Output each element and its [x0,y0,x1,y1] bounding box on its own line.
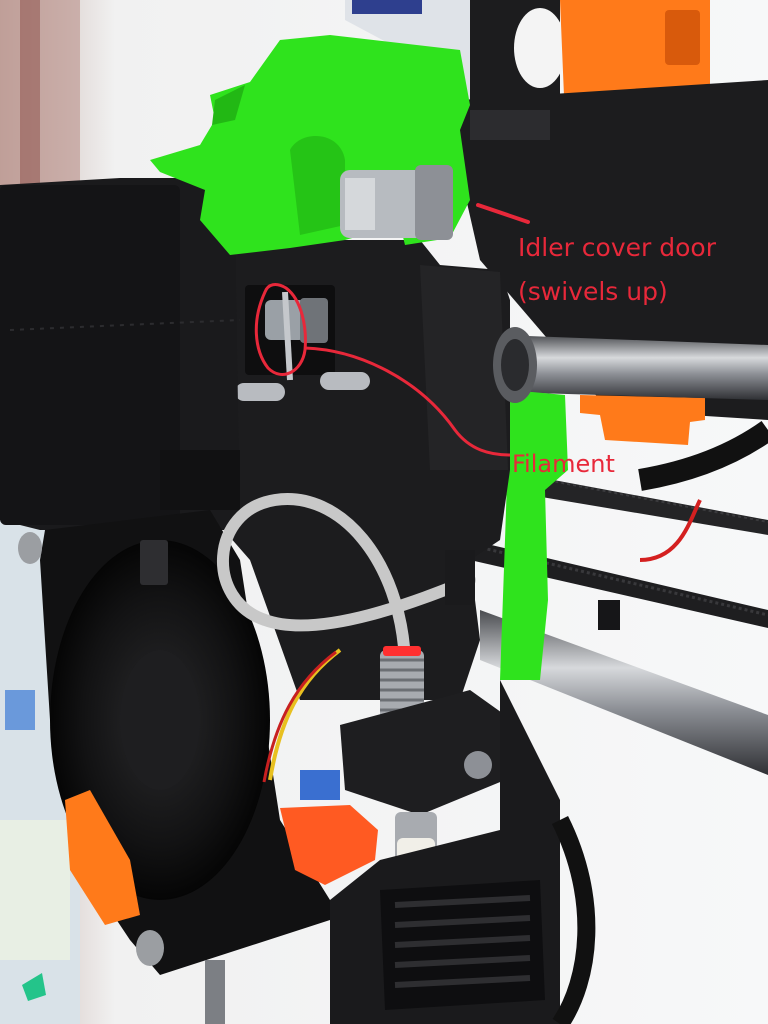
zip-tie [598,600,620,630]
plate-edge [470,110,550,140]
shaft-highlight [345,178,375,230]
blue-top-strip [352,0,422,14]
idler-label-line1: Idler cover door [518,233,716,262]
orange-block-slot [665,10,700,65]
upper-smooth-rod [500,335,768,400]
fan-screw-slot [140,540,168,585]
screw-left [235,383,285,401]
fan-screw [18,532,42,564]
threaded-rod [205,960,225,1024]
blue-heater-part [300,770,340,800]
annotated-photo: Idler cover door (swivels up) Filament [0,0,768,1024]
paper-blur [0,820,70,960]
motor-body [0,185,180,525]
fan-bottom-screw [136,930,164,966]
idler-label-line2: (swivels up) [518,277,668,306]
photo-illustration [0,0,768,1024]
idler-gear [415,165,453,240]
tube-clip [445,550,475,605]
filament-label: Filament [512,450,615,478]
motor-bottom [160,450,240,510]
pinda-screw [464,751,492,779]
white-spool-part [514,8,566,88]
left-frame-edge [20,0,40,190]
fan-center [120,650,200,790]
bearing-inner [501,339,529,391]
blue-blur-object [5,690,35,730]
screw-right [320,372,370,390]
pinda-led [383,646,421,656]
